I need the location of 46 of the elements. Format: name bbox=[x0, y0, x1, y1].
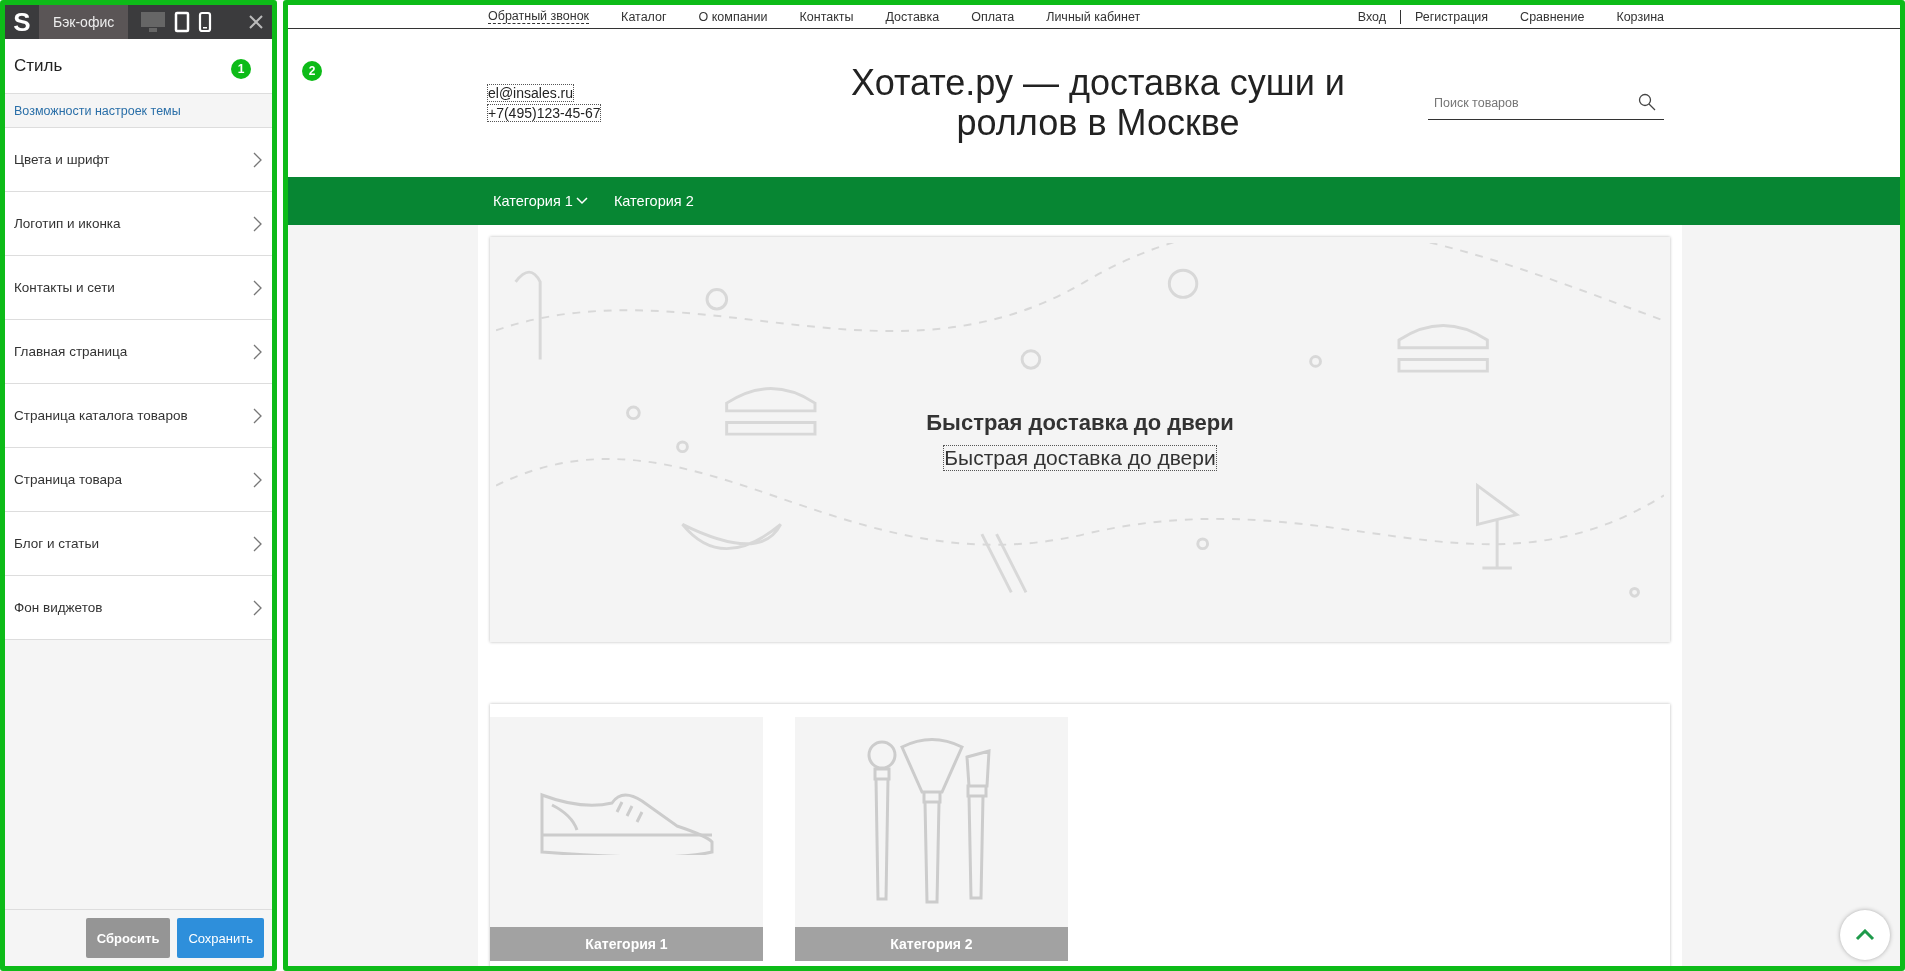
banner-subtitle: Быстрая доставка до двери bbox=[944, 445, 1216, 470]
phone-link[interactable]: +7(495)123-45-67 bbox=[488, 105, 601, 121]
top-nav-link[interactable]: Контакты bbox=[799, 9, 854, 24]
chevron-right-icon bbox=[253, 535, 262, 552]
chevron-right-icon bbox=[253, 279, 262, 296]
chevron-right-icon bbox=[253, 151, 262, 168]
top-nav-link[interactable]: Оплата bbox=[971, 9, 1015, 24]
settings-menu-item[interactable]: Главная страница bbox=[5, 320, 272, 384]
settings-menu-item[interactable]: Фон виджетов bbox=[5, 576, 272, 640]
close-icon[interactable] bbox=[248, 14, 264, 30]
theme-help-link[interactable]: Возможности настроек темы bbox=[14, 103, 181, 118]
phone-icon[interactable] bbox=[198, 11, 213, 33]
account-link[interactable]: Корзина bbox=[1616, 9, 1664, 24]
chevron-right-icon bbox=[253, 215, 262, 232]
category-menu-item[interactable]: Категория 1 bbox=[493, 193, 588, 209]
top-nav-link[interactable]: Личный кабинет bbox=[1046, 9, 1141, 24]
logo[interactable]: S bbox=[5, 6, 39, 38]
account-link[interactable]: Вход bbox=[1357, 9, 1387, 24]
back-office-tab[interactable]: Бэк-офис bbox=[39, 5, 129, 39]
account-link[interactable]: Сравнение bbox=[1520, 9, 1585, 24]
chevron-right-icon bbox=[253, 599, 262, 616]
settings-menu-item[interactable]: Контакты и сети bbox=[5, 256, 272, 320]
chevron-right-icon bbox=[253, 407, 262, 424]
email-link[interactable]: el@insales.ru bbox=[488, 85, 574, 101]
settings-menu-item[interactable]: Цвета и шрифт bbox=[5, 128, 272, 192]
banner-title: Быстрая доставка до двери bbox=[926, 409, 1234, 436]
search-field[interactable]: Поиск товаров bbox=[1428, 86, 1664, 120]
settings-menu-item[interactable]: Страница каталога товаров bbox=[5, 384, 272, 448]
annotation-badge: 2 bbox=[302, 61, 322, 81]
settings-menu-item[interactable]: Блог и статьи bbox=[5, 512, 272, 576]
tablet-icon[interactable] bbox=[174, 11, 191, 33]
search-icon[interactable] bbox=[1638, 93, 1656, 111]
top-nav-link[interactable]: Обратный звонок bbox=[488, 9, 590, 24]
settings-menu-item[interactable]: Страница товара bbox=[5, 448, 272, 512]
account-link[interactable]: Регистрация bbox=[1415, 9, 1489, 24]
section-title: Стиль bbox=[14, 56, 63, 76]
top-nav-link[interactable]: Доставка bbox=[885, 9, 940, 24]
top-nav-link[interactable]: Каталог bbox=[621, 9, 667, 24]
category-menu-item[interactable]: Категория 2 bbox=[613, 193, 694, 209]
chevron-right-icon bbox=[253, 471, 262, 488]
chevron-down-icon bbox=[575, 197, 588, 205]
chevron-right-icon bbox=[253, 343, 262, 360]
chevron-up-icon bbox=[1855, 929, 1875, 941]
site-title: Хотате.ру — доставка суши и роллов в Москве bbox=[850, 63, 1346, 143]
top-nav-link[interactable]: О компании bbox=[698, 9, 768, 24]
settings-menu-item[interactable]: Логотип и иконка bbox=[5, 192, 272, 256]
